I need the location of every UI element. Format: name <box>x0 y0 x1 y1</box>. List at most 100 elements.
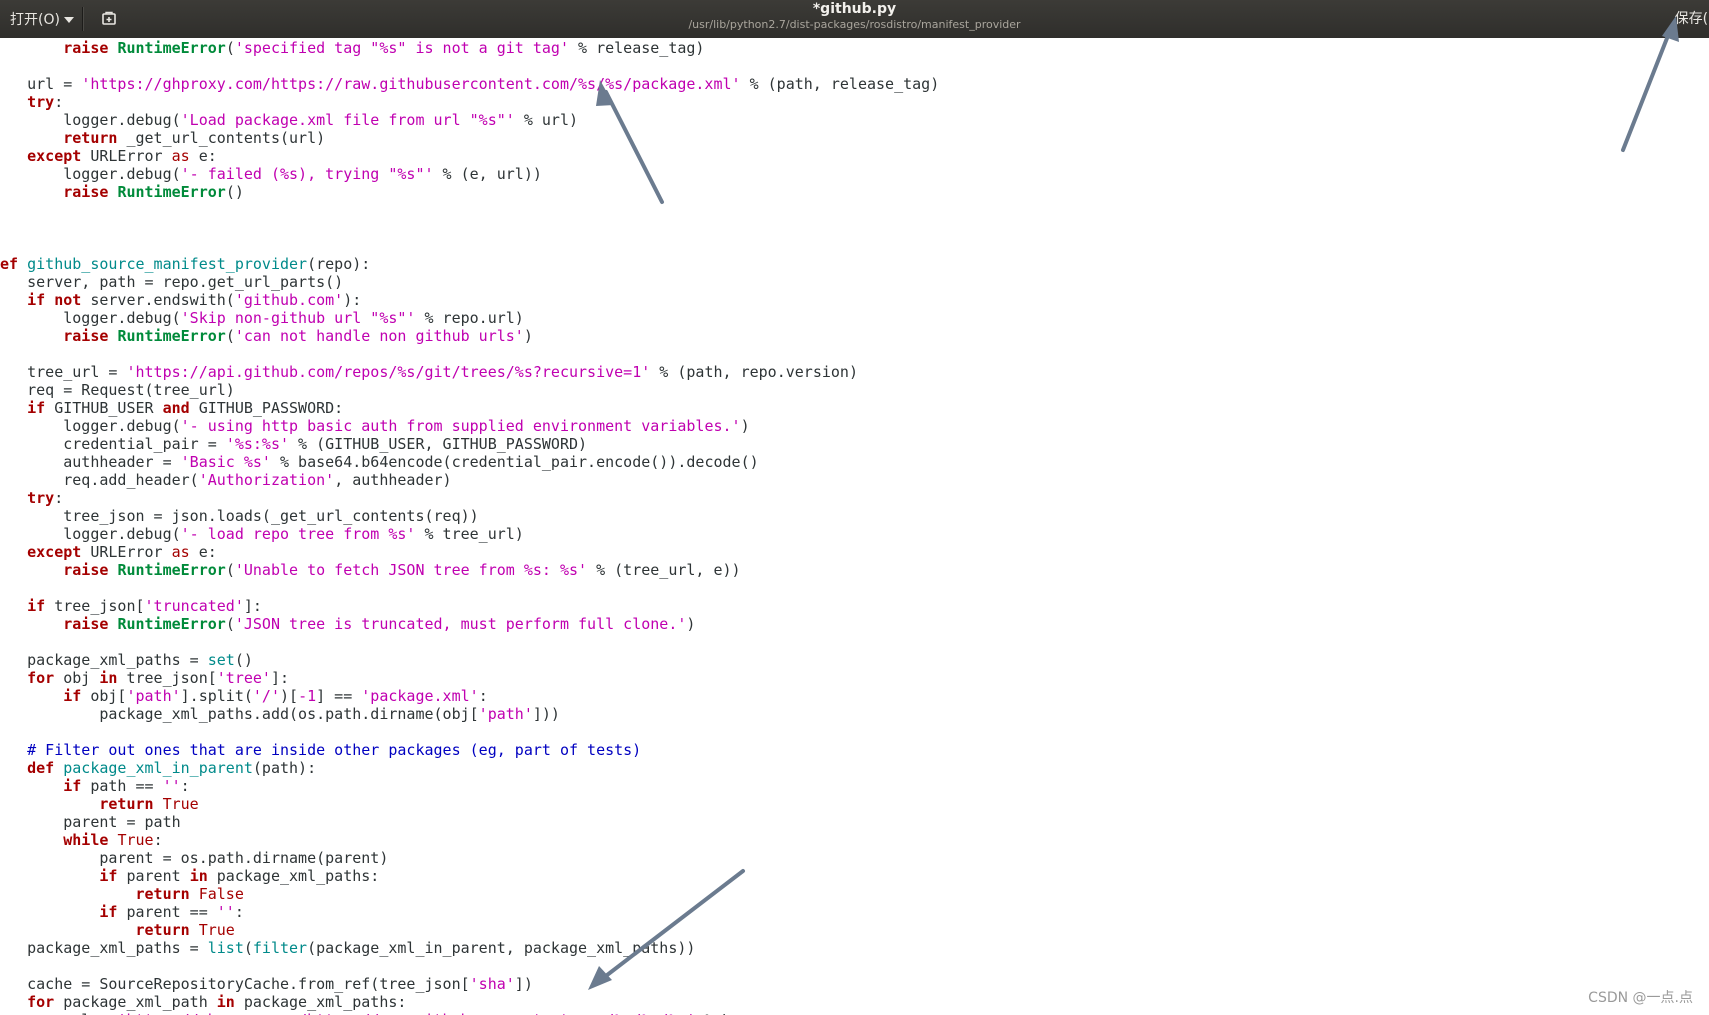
code-text: ): <box>343 291 362 309</box>
code-text: parent == <box>117 903 217 921</box>
keyword: def <box>0 255 19 273</box>
keyword: as <box>171 543 190 561</box>
code-text: tree_json = json.loads(_get_url_contents… <box>0 507 479 525</box>
code-line: cache = SourceRepositoryCache.from_ref(t… <box>0 975 533 993</box>
code-text: )[ <box>280 687 299 705</box>
new-document-button[interactable] <box>96 7 122 31</box>
string-literal: '- load repo tree from %s' <box>180 525 416 543</box>
code-text: url = <box>0 1011 117 1015</box>
code-line: parent = path <box>0 813 181 831</box>
code-line: return True <box>0 921 235 939</box>
string-literal: 'Skip non-github url "%s"' <box>180 309 416 327</box>
keyword: raise <box>63 327 109 345</box>
code-line: package_xml_paths = set() <box>0 651 253 669</box>
string-literal: 'package.xml' <box>361 687 479 705</box>
code-line: except URLError as e: <box>0 147 217 165</box>
string-literal: 'truncated' <box>144 597 244 615</box>
builtin-name: RuntimeError <box>117 39 226 57</box>
code-text: ]: <box>270 669 290 687</box>
code-line: for package_xml_path in package_xml_path… <box>0 993 406 1011</box>
open-button-label: 打开(O) <box>10 12 60 28</box>
string-literal: 'https://api.github.com/repos/%s/git/tre… <box>126 363 651 381</box>
code-text: req = Request(tree_url) <box>0 381 235 399</box>
builtin-name: RuntimeError <box>117 615 226 633</box>
code-text: : <box>153 831 163 849</box>
code-text: ].split( <box>180 687 253 705</box>
code-line: return False <box>0 885 244 903</box>
toolbar-divider <box>82 7 83 31</box>
code-line: try: <box>0 93 63 111</box>
function-name: set <box>207 651 235 669</box>
string-literal: 'Unable to fetch JSON tree from %s: %s' <box>234 561 588 579</box>
code-line: raise RuntimeError('JSON tree is truncat… <box>0 615 695 633</box>
code-line: if GITHUB_USER and GITHUB_PASSWORD: <box>0 399 343 417</box>
window-title: *github.py <box>812 1 897 17</box>
code-text: (repo): <box>307 255 371 273</box>
code-text: e: <box>189 543 217 561</box>
keyword: False <box>198 885 244 903</box>
code-text: req.add_header( <box>0 471 199 489</box>
code-text: GITHUB_PASSWORD: <box>189 399 344 417</box>
code-line: def github_source_manifest_provider(repo… <box>0 255 370 273</box>
code-line: authheader = 'Basic %s' % base64.b64enco… <box>0 453 758 471</box>
code-text: tree_json[ <box>117 669 217 687</box>
code-text: authheader = <box>0 453 181 471</box>
save-button[interactable]: 保存(S <box>1675 8 1709 28</box>
code-text: % repo.url) <box>415 309 524 327</box>
code-text: ) <box>740 417 750 435</box>
code-editor[interactable]: raise RuntimeError('specified tag "%s" i… <box>0 38 1709 1015</box>
code-text: package_xml_path <box>54 993 217 1011</box>
code-line: url = 'https://ghproxy.com/https://raw.g… <box>0 75 939 93</box>
builtin-name: RuntimeError <box>117 183 226 201</box>
code-line: raise RuntimeError('specified tag "%s" i… <box>0 39 704 57</box>
code-line: package_xml_paths = list(filter(package_… <box>0 939 695 957</box>
string-literal: 'Authorization' <box>198 471 335 489</box>
builtin-name: RuntimeError <box>117 561 226 579</box>
keyword: for <box>27 993 55 1011</box>
keyword: if <box>63 687 82 705</box>
code-text: % (path, repo.version) <box>650 363 858 381</box>
keyword: except <box>27 543 82 561</box>
keyword: return <box>135 885 190 903</box>
code-line: def package_xml_in_parent(path): <box>0 759 316 777</box>
keyword: in <box>189 867 208 885</box>
code-line: tree_json = json.loads(_get_url_contents… <box>0 507 479 525</box>
keyword: for <box>27 669 55 687</box>
code-text: : <box>478 687 488 705</box>
code-line: tree_url = 'https://api.github.com/repos… <box>0 363 858 381</box>
code-line: raise RuntimeError() <box>0 183 244 201</box>
builtin-name: RuntimeError <box>117 327 226 345</box>
code-line: if parent in package_xml_paths: <box>0 867 379 885</box>
code-line: if tree_json['truncated']: <box>0 597 262 615</box>
window-title-block: *github.py /usr/lib/python2.7/dist-packa… <box>0 1 1709 33</box>
code-text: path == <box>81 777 163 795</box>
open-button[interactable]: 打开(O) <box>4 5 80 33</box>
chevron-down-icon <box>63 17 74 23</box>
keyword: while <box>63 831 109 849</box>
comment: # Filter out ones that are inside other … <box>27 741 642 759</box>
keyword: in <box>216 993 235 1011</box>
code-text: logger.debug( <box>0 417 181 435</box>
code-text: % (path, release_tag) <box>740 75 940 93</box>
code-line: raise RuntimeError('Unable to fetch JSON… <box>0 561 740 579</box>
code-line: server, path = repo.get_url_parts() <box>0 273 343 291</box>
code-text: ]: <box>243 597 262 615</box>
code-line: try: <box>0 489 63 507</box>
code-line: for obj in tree_json['tree']: <box>0 669 289 687</box>
code-text: parent = path <box>0 813 181 831</box>
code-text: ) <box>686 615 696 633</box>
